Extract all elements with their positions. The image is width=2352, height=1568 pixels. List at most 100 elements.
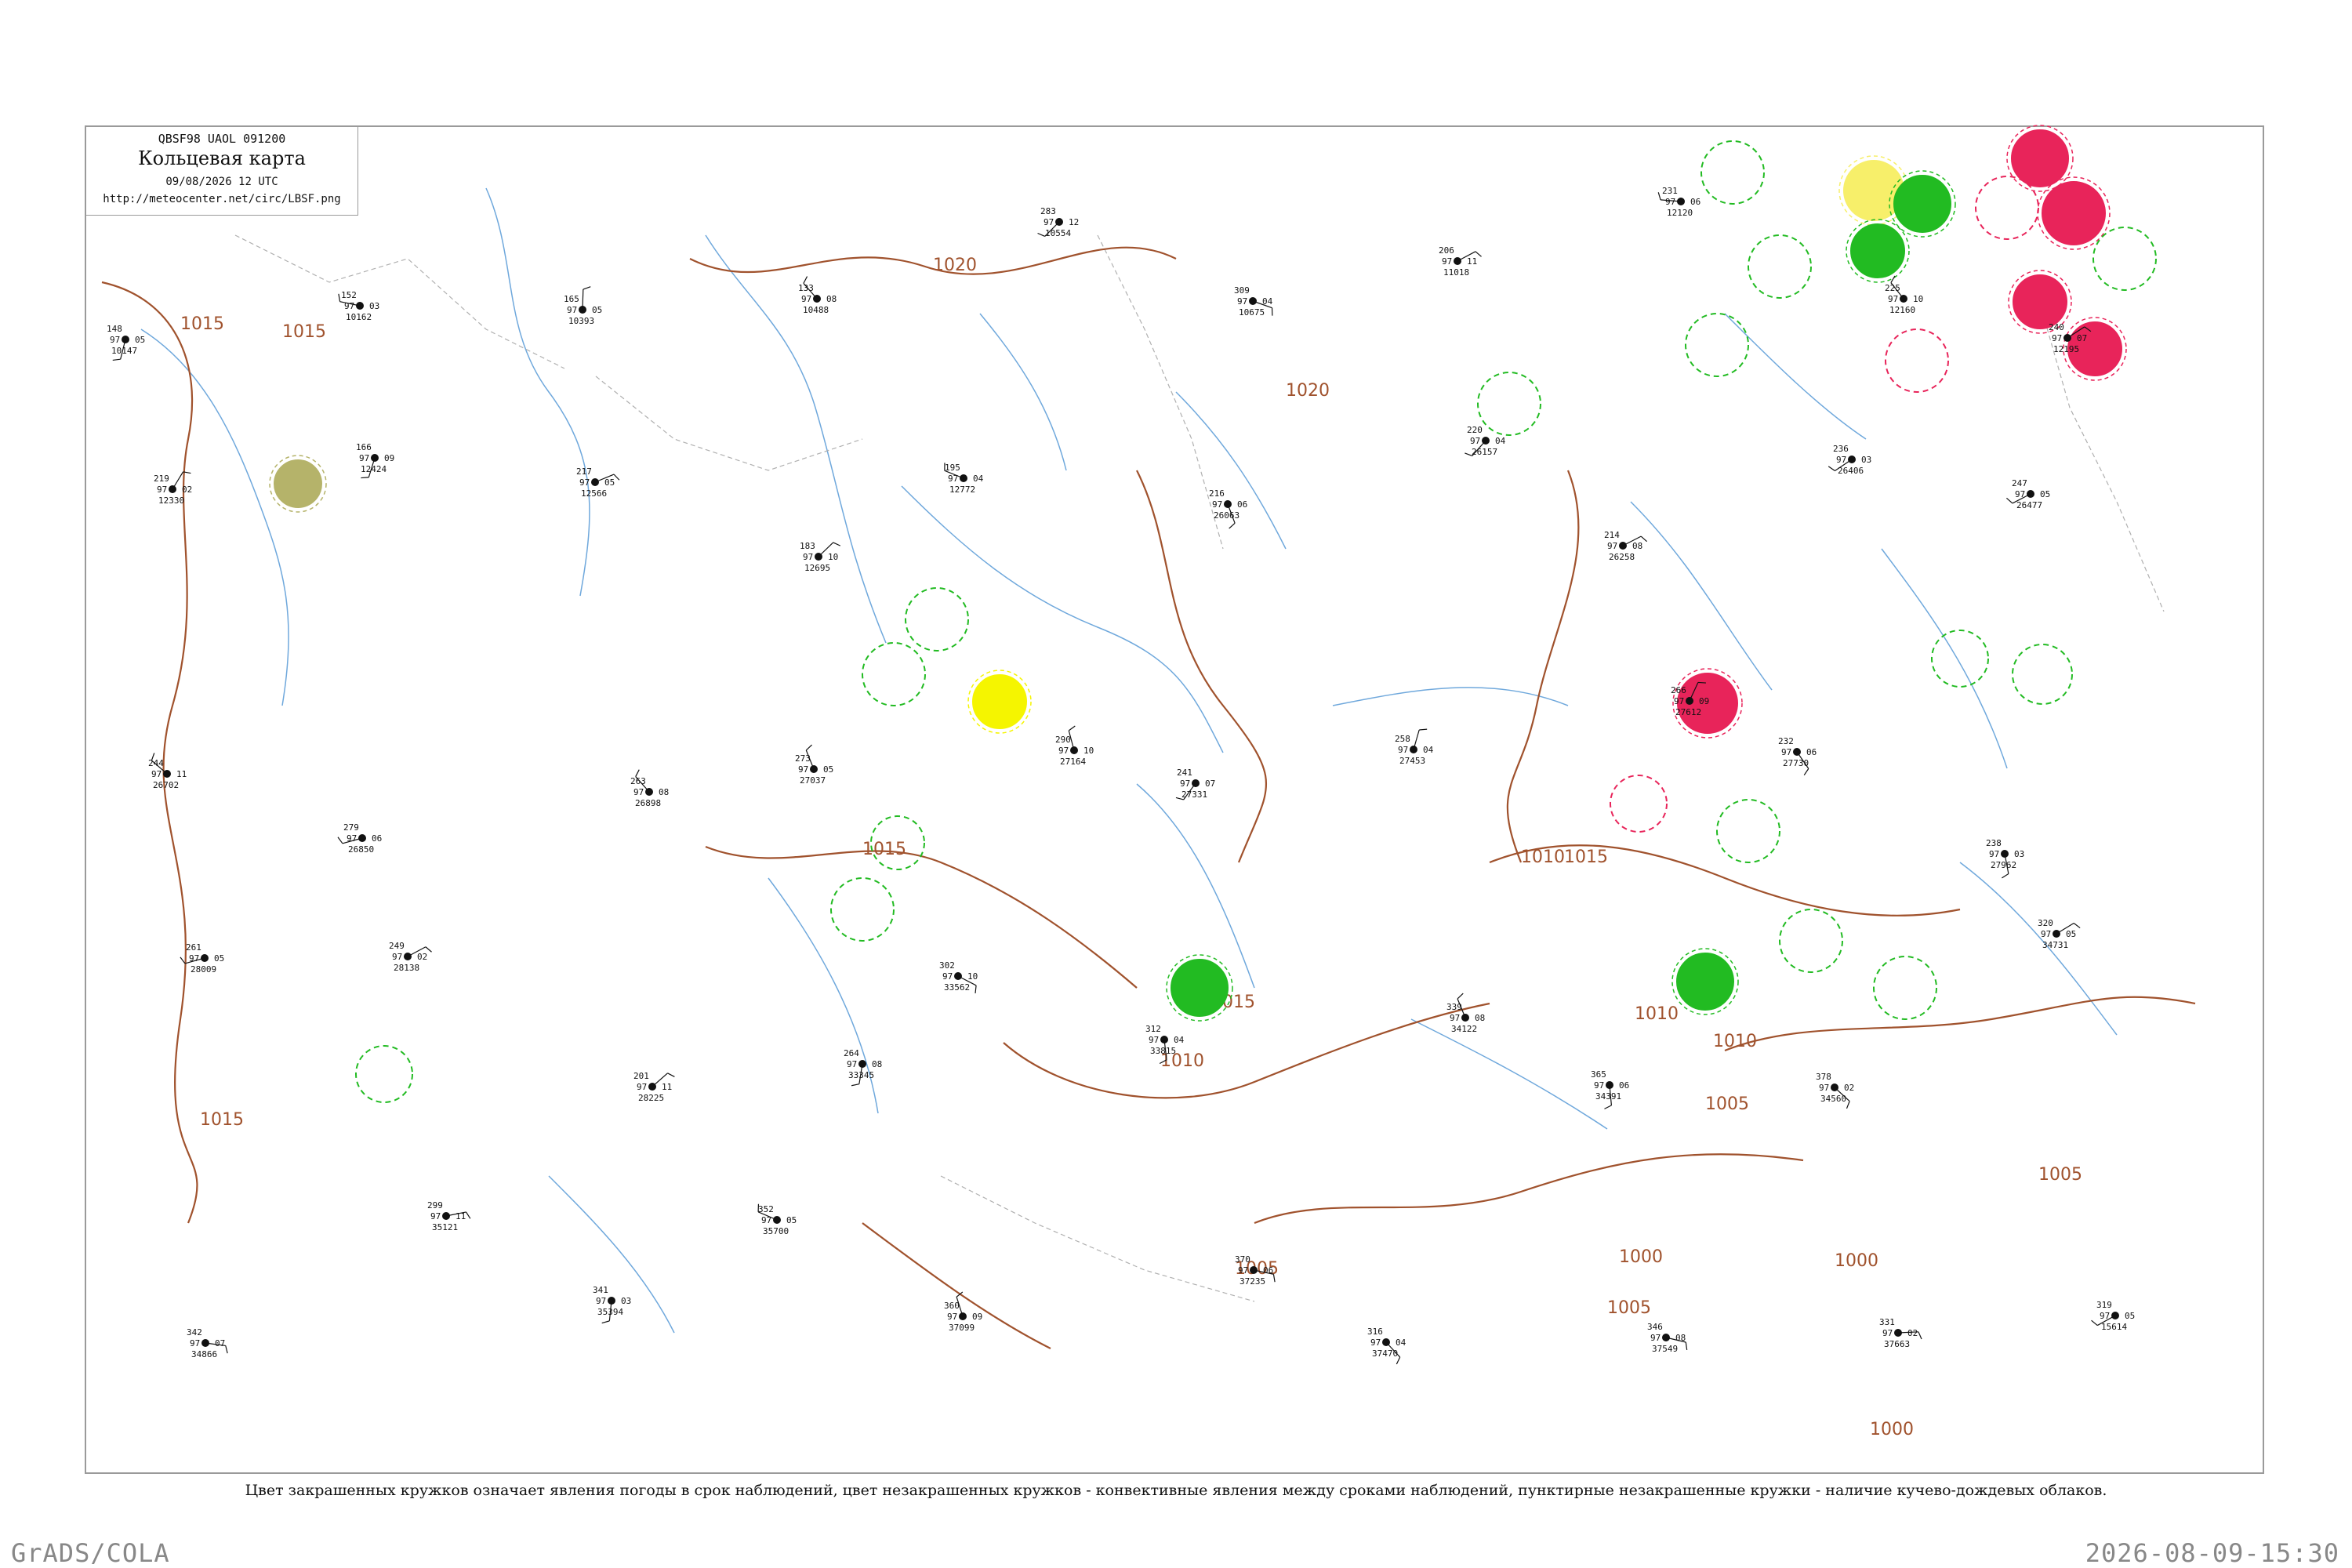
station-plot: 23697 0326406 [1828,444,1871,476]
cb-cloud-ring [1610,775,1668,833]
station-temperature: 309 [1234,285,1250,296]
wind-barb-feather [1604,1105,1612,1109]
station-pressure: 97 [947,1312,957,1322]
station-dewpoint: 02 [1907,1328,1918,1338]
cb-cloud-ring [1477,372,1541,436]
river-line [1410,1018,1608,1130]
station-dewpoint: 09 [1699,696,1709,706]
weather-circle-filled [2042,181,2106,245]
station-pressure: 97 [1212,499,1222,510]
station-temperature: 346 [1647,1322,1663,1332]
map-header: QBSF98 UAOL 091200 Кольцевая карта 09/08… [86,127,358,216]
station-pressure: 97 [1237,296,1247,307]
river-line [705,234,887,644]
station-temperature: 240 [2049,322,2064,332]
river-line [1332,687,1569,706]
station-dewpoint: 09 [384,453,394,463]
station-plot: 30997 0410675 [1234,285,1273,318]
wind-barb-feather [2006,497,2013,504]
station-temperature: 378 [1816,1072,1831,1082]
station-index: 26702 [153,780,179,790]
isobar-label: 1020 [933,256,977,275]
river-line [485,187,590,597]
station-dewpoint: 10 [967,971,978,982]
station-index: 27037 [800,775,826,786]
station-dewpoint: 05 [2040,489,2050,499]
station-pressure: 97 [2052,333,2062,343]
station-index: 28225 [638,1093,664,1103]
cb-cloud-ring [862,642,926,706]
station-temperature: 331 [1879,1317,1895,1327]
station-dewpoint: 10 [1913,294,1923,304]
wind-barb-feather [338,293,341,302]
station-temperature: 206 [1439,245,1454,256]
station-plot: 32097 0534731 [2038,918,2081,950]
station-index: 10147 [111,346,137,356]
weather-circle-filled [274,459,322,508]
station-index: 26063 [1214,510,1240,521]
station-temperature: 283 [1040,206,1056,216]
cb-cloud-ring [1779,909,1843,973]
cb-cloud-ring [1931,630,1989,688]
wind-barb-feather [1229,522,1236,529]
station-temperature: 249 [389,941,405,951]
station-dewpoint: 04 [1423,745,1434,755]
station-index: 12160 [1889,305,1915,315]
wind-barb-feather [337,837,343,844]
station-dewpoint: 06 [1806,747,1817,757]
synoptic-map: 1015 1015101510201020101510151015 10101010… [101,125,2196,1439]
station-temperature: 247 [2012,478,2027,488]
station-plot: 19597 0412772 [944,463,984,495]
station-index: 34866 [191,1349,217,1359]
station-dewpoint: 02 [182,485,192,495]
station-plot: 20197 1128225 [633,1071,675,1103]
station-dewpoint: 04 [1495,436,1506,446]
river-line [1630,501,1773,691]
station-temperature: 342 [187,1327,202,1338]
station-index: 12195 [2053,344,2079,354]
wind-barb-feather [805,744,812,751]
station-index: 12424 [361,464,387,474]
station-index: 27453 [1399,756,1425,766]
station-plot: 35297 0535700 [757,1203,797,1236]
station-index: 26406 [1838,466,1864,476]
station-temperature: 302 [939,960,955,971]
wind-barb-feather [1457,993,1464,1000]
footer-timestamp: 2026-08-09-15:30 [2085,1538,2339,1568]
station-index: 27331 [1181,789,1207,800]
station-pressure: 97 [596,1296,606,1306]
station-plot: 18397 1012695 [800,541,841,573]
map-datetime: 09/08/2026 12 UTC [165,176,278,188]
station-temperature: 148 [107,324,122,334]
station-index: 37663 [1884,1339,1910,1349]
station-pressure: 97 [1882,1328,1893,1338]
footer-software: GrADS/COLA [11,1538,170,1568]
station-dewpoint: 05 [135,335,145,345]
station-plot: 22097 0426157 [1465,425,1506,457]
station-pressure: 97 [1398,745,1408,755]
station-dewpoint: 05 [592,305,602,315]
wind-barb-feather [2002,873,2009,879]
isobar-label: 1020 [1286,381,1330,401]
weather-circle-filled [2013,274,2067,329]
station-index: 10162 [346,312,372,322]
station-plot: 21497 0826258 [1604,530,1648,562]
station-temperature: 299 [427,1200,443,1210]
station-index: 26258 [1609,552,1635,562]
station-index: 12695 [804,563,830,573]
station-index: 34122 [1451,1024,1477,1034]
station-temperature: 152 [341,290,357,300]
cb-cloud-ring [1748,234,1812,299]
station-temperature: 261 [186,942,201,953]
cb-cloud-ring [905,587,969,652]
wind-barb-feather [112,358,121,361]
wind-barb-feather [975,985,977,993]
map-title: Кольцевая карта [138,147,306,169]
station-index: 10393 [568,316,594,326]
station-plot: 24497 1126702 [148,753,187,790]
wind-barb-feather [2091,1319,2098,1327]
station-temperature: 241 [1177,768,1192,778]
station-dewpoint: 06 [1690,197,1700,207]
station-temperature: 360 [944,1301,960,1311]
station-pressure: 97 [1781,747,1791,757]
